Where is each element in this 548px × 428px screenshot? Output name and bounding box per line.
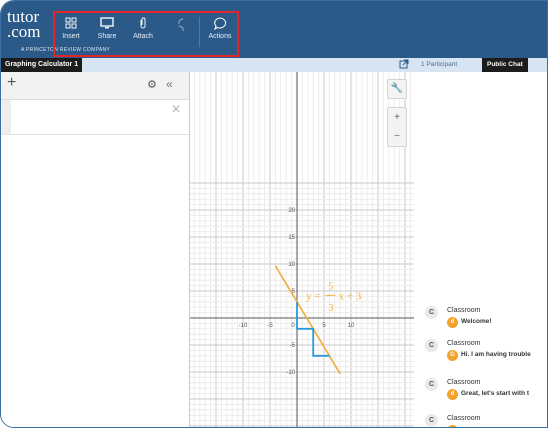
y-tick-label: -5 [290,343,296,349]
x-tick-label: 10 [348,323,355,329]
x-tick-label: -10 [239,323,248,329]
expression-row-number [1,100,11,134]
equation-label-numerator: 5 [329,281,334,292]
participants-tab[interactable]: 1 Participant [421,58,457,72]
expression-panel: + ⚙ « ✕ [1,72,190,427]
graph-plot[interactable]: -10 -5 0 5 102015105-5-10y = −53x + 3 [190,72,414,428]
app-window: tutor .com A PRINCETON REVIEW COMPANY In… [0,0,548,428]
add-expression-icon[interactable]: + [7,74,16,92]
expression-panel-header: + ⚙ « [1,72,189,100]
popout-icon[interactable] [399,59,409,72]
expression-row[interactable]: ✕ [1,100,189,135]
tab-public-chat[interactable]: Public Chat [482,58,528,72]
graph-tools: 🔧 + − [387,79,407,147]
zoom-out-icon[interactable]: − [388,127,406,146]
user-avatar: d [447,389,458,400]
y-tick-label: -10 [286,370,295,376]
x-tick-label: -5 [267,323,273,329]
gear-icon[interactable]: ⚙ [147,78,157,91]
delete-expression-icon[interactable]: ✕ [171,102,181,116]
toolbar-highlight-box [53,11,239,57]
top-toolbar: tutor .com A PRINCETON REVIEW COMPANY In… [1,1,547,58]
y-tick-label: 15 [288,235,295,241]
tutor-logo: tutor .com A PRINCETON REVIEW COMPANY [7,7,111,53]
y-tick-label: 10 [288,262,295,268]
classroom-avatar: C [425,306,438,319]
classroom-avatar: C [425,378,438,391]
equation-label-denominator: 3 [329,303,334,314]
classroom-avatar: C [425,339,438,352]
user-avatar: d [447,317,458,328]
tab-graphing-calculator[interactable]: Graphing Calculator 1 [1,58,83,72]
chat-panel: C Classroom d Welcome! C Classroom G Hi.… [415,72,547,427]
collapse-panel-icon[interactable]: « [166,77,173,91]
y-tick-label: 20 [288,208,295,214]
equation-label-lhs: y = − [306,291,329,303]
document-tab-bar [1,58,547,72]
user-avatar: G [447,350,458,361]
zoom-in-icon[interactable]: + [388,108,406,127]
classroom-avatar: C [425,414,438,427]
graph-canvas[interactable]: -10 -5 0 5 10 20 15 10 5 -5 -10 y = −5 3 x + 3 [190,72,414,428]
equation-label-rhs: x + 3 [339,291,362,303]
wrench-icon[interactable]: 🔧 [387,79,407,99]
zoom-controls: + − [387,107,407,147]
